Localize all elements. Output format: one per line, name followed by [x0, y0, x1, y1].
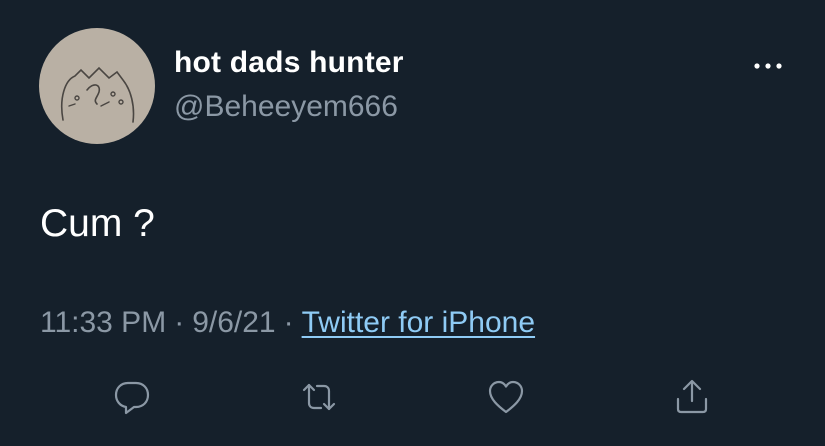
more-dots-icon — [754, 63, 782, 69]
avatar-sketch-icon — [60, 66, 135, 123]
like-icon — [488, 380, 524, 414]
tweet-time: 11:33 PM — [40, 306, 167, 339]
tweet-card: hot dads hunter @Beheeyem666 Cum ? 11:33… — [0, 0, 825, 446]
meta-separator: · — [174, 306, 185, 339]
reply-button[interactable] — [112, 377, 152, 417]
share-icon — [676, 379, 708, 414]
tweet-meta: 11:33 PM · 9/6/21 · Twitter for iPhone — [40, 306, 535, 340]
retweet-icon — [302, 383, 336, 411]
tweet-source-link[interactable]: Twitter for iPhone — [302, 306, 535, 339]
more-options-button[interactable] — [748, 52, 788, 80]
display-name[interactable]: hot dads hunter — [174, 46, 404, 80]
user-handle[interactable]: @Beheeyem666 — [174, 90, 398, 124]
share-button[interactable] — [672, 377, 712, 417]
reply-icon — [114, 381, 150, 415]
meta-separator: · — [283, 306, 294, 339]
tweet-text: Cum ? — [40, 202, 155, 245]
like-button[interactable] — [486, 377, 526, 417]
retweet-button[interactable] — [299, 377, 339, 417]
tweet-date: 9/6/21 — [192, 306, 276, 339]
avatar[interactable] — [39, 28, 155, 144]
